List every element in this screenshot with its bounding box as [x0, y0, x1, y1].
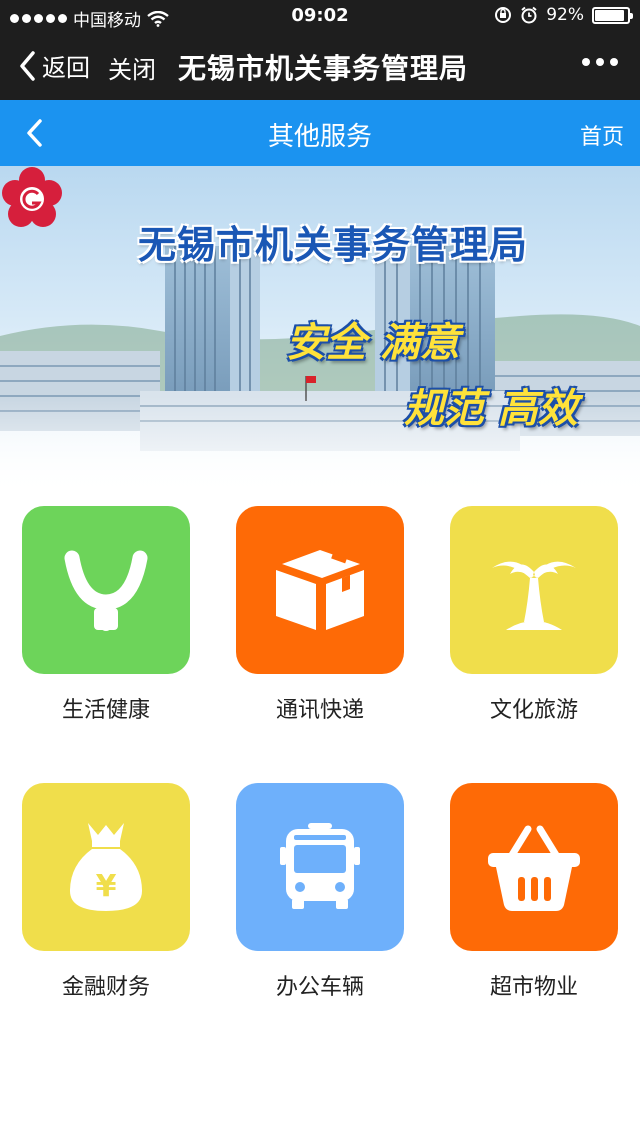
page-title: 无锡市机关事务管理局: [178, 52, 469, 85]
money-bag-icon: ¥: [70, 823, 142, 911]
service-vehicles-label: 办公车辆: [275, 975, 364, 1000]
status-bar: 中国移动 09:02 92%: [0, 0, 640, 32]
close-button[interactable]: 关闭: [108, 50, 156, 85]
svg-text:¥: ¥: [96, 869, 117, 904]
service-health-tile[interactable]: [22, 506, 190, 674]
person-cheer-icon: [64, 550, 148, 631]
battery-percent: 92%: [546, 5, 584, 25]
service-vehicles-tile[interactable]: [236, 783, 404, 951]
service-finance-label: 金融财务: [61, 975, 150, 1000]
service-tourism-label: 文化旅游: [489, 698, 578, 723]
status-right: 92%: [494, 5, 633, 25]
banner-slogan-line2: 规范 高效: [404, 385, 578, 432]
palm-tree-icon: [492, 561, 576, 630]
service-health[interactable]: 生活健康: [22, 506, 190, 724]
service-supermarket-tile[interactable]: [450, 783, 618, 951]
alarm-icon: [521, 6, 537, 24]
banner-slogan-line1: 安全 满意: [286, 319, 460, 366]
service-tourism-tile[interactable]: [450, 506, 618, 674]
service-supermarket-label: 超市物业: [489, 975, 578, 1000]
service-supermarket[interactable]: 超市物业: [450, 783, 618, 1001]
service-finance[interactable]: ¥ 金融财务: [22, 783, 190, 1001]
service-finance-tile[interactable]: ¥: [22, 783, 190, 951]
more-dots-icon[interactable]: [582, 58, 618, 66]
package-box-icon: [276, 550, 364, 630]
bus-icon: [280, 823, 360, 909]
home-link[interactable]: 首页: [580, 119, 624, 151]
wechat-header: 返回 关闭 无锡市机关事务管理局: [0, 32, 640, 100]
service-tourism[interactable]: 文化旅游: [450, 506, 618, 724]
service-vehicles[interactable]: 办公车辆: [236, 783, 404, 1001]
plum-blossom-logo: [2, 167, 62, 227]
shopping-basket-icon: [488, 825, 580, 911]
back-label: 返回: [42, 54, 90, 82]
service-express-tile[interactable]: [236, 506, 404, 674]
battery-fill: [595, 9, 625, 21]
banner: 无锡市机关事务管理局 安全 满意 规范 高效: [0, 166, 640, 496]
app-nav-bar: 其他服务 首页: [0, 100, 640, 166]
service-health-label: 生活健康: [61, 698, 150, 723]
back-button[interactable]: 返回: [18, 48, 90, 83]
service-express[interactable]: 通讯快递: [236, 506, 404, 724]
banner-title: 无锡市机关事务管理局: [138, 222, 529, 267]
battery-icon: [592, 6, 633, 24]
service-express-label: 通讯快递: [275, 698, 364, 723]
nav-title: 其他服务: [267, 122, 372, 152]
rotation-lock-icon: [495, 7, 512, 23]
chevron-left-icon: [20, 50, 35, 81]
